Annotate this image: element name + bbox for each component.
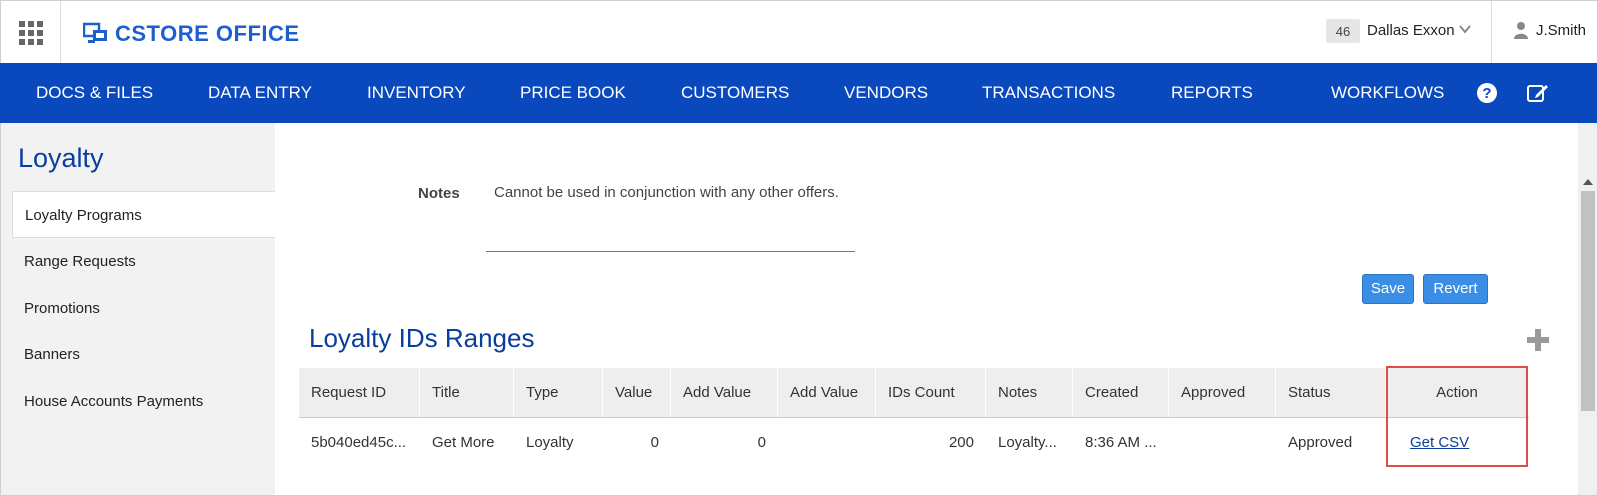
cell-add-value-2 — [778, 418, 876, 474]
edit-icon[interactable] — [1526, 82, 1550, 104]
cell-value: 0 — [650, 434, 659, 451]
sidebar-title: Loyalty — [18, 143, 104, 173]
action-column-highlight — [1386, 366, 1528, 467]
nav-customers[interactable]: CUSTOMERS — [681, 63, 789, 123]
column-header-title[interactable]: Title — [420, 368, 514, 417]
cell-type: Loyalty — [526, 434, 574, 451]
column-header-add-value[interactable]: Add Value — [671, 368, 778, 417]
column-header-request-id[interactable]: Request ID — [299, 368, 420, 417]
apps-menu-button[interactable] — [1, 1, 61, 64]
cell-title: Get More — [432, 434, 495, 451]
cell-approved — [1169, 418, 1276, 474]
cell-created: 8:36 AM ... — [1085, 434, 1157, 451]
sidebar-item-range-requests[interactable]: Range Requests — [1, 238, 276, 285]
save-button[interactable]: Save — [1362, 274, 1414, 304]
column-header-status[interactable]: Status — [1276, 368, 1386, 417]
section-title: Loyalty IDs Ranges — [309, 323, 535, 353]
main-nav: DOCS & FILES DATA ENTRY INVENTORY PRICE … — [0, 63, 1598, 123]
column-header-value[interactable]: Value — [603, 368, 671, 417]
help-icon[interactable]: ? — [1476, 82, 1498, 104]
notes-label: Notes — [418, 185, 460, 202]
nav-docs-files[interactable]: DOCS & FILES — [36, 63, 153, 123]
user-icon — [1514, 22, 1528, 39]
cell-notes: Loyalty... — [998, 434, 1057, 451]
main-content: Notes Cannot be used in conjunction with… — [275, 123, 1578, 496]
nav-data-entry[interactable]: DATA ENTRY — [208, 63, 312, 123]
plus-icon[interactable] — [1527, 329, 1549, 351]
table-row[interactable]: 5b040ed45c... Get More Loyalty 0 0 200 L… — [299, 417, 1529, 473]
apps-grid-icon — [18, 20, 43, 45]
chevron-down-icon[interactable] — [1458, 22, 1472, 36]
table-header: Request ID Title Type Value Add Value Ad… — [299, 368, 1529, 417]
notes-field[interactable]: Cannot be used in conjunction with any o… — [494, 183, 854, 203]
user-menu[interactable]: J.Smith — [1536, 22, 1586, 39]
column-header-notes[interactable]: Notes — [986, 368, 1073, 417]
app-logo[interactable]: CSTORE OFFICE — [83, 21, 300, 47]
nav-vendors[interactable]: VENDORS — [844, 63, 928, 123]
sidebar-item-loyalty-programs[interactable]: Loyalty Programs — [12, 191, 276, 238]
sidebar-item-promotions[interactable]: Promotions — [1, 285, 276, 332]
column-header-approved[interactable]: Approved — [1169, 368, 1276, 417]
svg-text:?: ? — [1482, 85, 1491, 102]
nav-inventory[interactable]: INVENTORY — [367, 63, 466, 123]
scroll-up-arrow-icon[interactable] — [1578, 175, 1598, 189]
cell-request-id: 5b040ed45c... — [311, 434, 407, 451]
vertical-scrollbar[interactable] — [1578, 123, 1598, 496]
notes-underline — [486, 251, 855, 252]
cell-status: Approved — [1288, 434, 1353, 451]
column-header-created[interactable]: Created — [1073, 368, 1169, 417]
top-bar: CSTORE OFFICE 46 Dallas Exxon J.Smith — [0, 0, 1598, 64]
sidebar-item-banners[interactable]: Banners — [1, 331, 276, 378]
scrollbar-thumb[interactable] — [1581, 191, 1595, 411]
revert-button[interactable]: Revert — [1423, 274, 1488, 304]
store-selector[interactable]: Dallas Exxon — [1367, 22, 1455, 39]
column-header-add-value-2[interactable]: Add Value — [778, 368, 876, 417]
column-header-ids-count[interactable]: IDs Count — [876, 368, 986, 417]
divider — [1491, 1, 1492, 64]
nav-transactions[interactable]: TRANSACTIONS — [982, 63, 1115, 123]
column-header-type[interactable]: Type — [514, 368, 603, 417]
nav-reports[interactable]: REPORTS — [1171, 63, 1253, 123]
nav-workflows[interactable]: WORKFLOWS — [1331, 63, 1444, 123]
nav-price-book[interactable]: PRICE BOOK — [520, 63, 626, 123]
cell-add-value: 0 — [757, 434, 766, 451]
sidebar-item-house-accounts-payments[interactable]: House Accounts Payments — [1, 378, 276, 425]
sidebar: Loyalty Loyalty Programs Range Requests … — [0, 123, 276, 496]
cell-ids-count: 200 — [948, 434, 974, 451]
store-number-badge: 46 — [1326, 19, 1360, 43]
logo-text: CSTORE OFFICE — [115, 21, 300, 46]
logo-monitor-icon — [83, 22, 107, 43]
